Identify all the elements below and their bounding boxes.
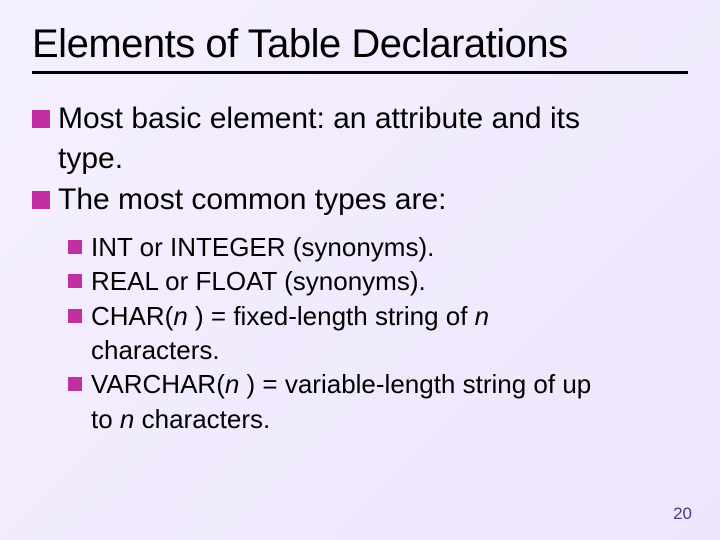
text-fragment: ) = variable-length string of up [247, 369, 592, 399]
square-bullet-icon [32, 110, 50, 128]
square-bullet-icon [68, 274, 82, 288]
sub-item-1: INT or INTEGER (synonyms). [68, 231, 688, 264]
title-underline [32, 71, 688, 74]
text-fragment: VARCHAR( [91, 369, 225, 399]
sub-item-3: CHAR(n ) = fixed-length string of n [68, 300, 688, 333]
bullet-1-text-line2: type. [58, 140, 688, 178]
sub-item-2: REAL or FLOAT (synonyms). [68, 265, 688, 298]
italic-n: n [120, 404, 142, 434]
square-bullet-icon [68, 240, 82, 254]
text-fragment: CHAR( [91, 301, 173, 331]
square-bullet-icon [32, 191, 50, 209]
italic-n: n [475, 301, 489, 331]
bullet-item-2: The most common types are: [32, 181, 688, 219]
text-fragment: to [91, 404, 120, 434]
sub-2-text: REAL or FLOAT (synonyms). [91, 265, 426, 298]
sub-3-text-line2: characters. [91, 334, 688, 367]
slide-content: Elements of Table Declarations Most basi… [0, 0, 720, 436]
bullet-2-text: The most common types are: [58, 181, 446, 219]
text-fragment: characters. [142, 404, 271, 434]
sub-bullet-list: INT or INTEGER (synonyms). REAL or FLOAT… [68, 231, 688, 436]
italic-n: n [225, 369, 247, 399]
square-bullet-icon [68, 309, 82, 323]
square-bullet-icon [68, 377, 82, 391]
italic-n: n [173, 301, 195, 331]
bullet-item-1: Most basic element: an attribute and its [32, 100, 688, 138]
slide-title: Elements of Table Declarations [32, 22, 688, 67]
sub-item-4: VARCHAR(n ) = variable-length string of … [68, 368, 688, 401]
sub-4-text-line2: to n characters. [91, 403, 688, 436]
bullet-1-text-line1: Most basic element: an attribute and its [58, 100, 580, 138]
sub-4-text-line1: VARCHAR(n ) = variable-length string of … [91, 368, 591, 401]
sub-3-text-line1: CHAR(n ) = fixed-length string of n [91, 300, 489, 333]
sub-1-text: INT or INTEGER (synonyms). [91, 231, 434, 264]
text-fragment: ) = fixed-length string of [195, 301, 475, 331]
page-number: 20 [673, 504, 692, 524]
